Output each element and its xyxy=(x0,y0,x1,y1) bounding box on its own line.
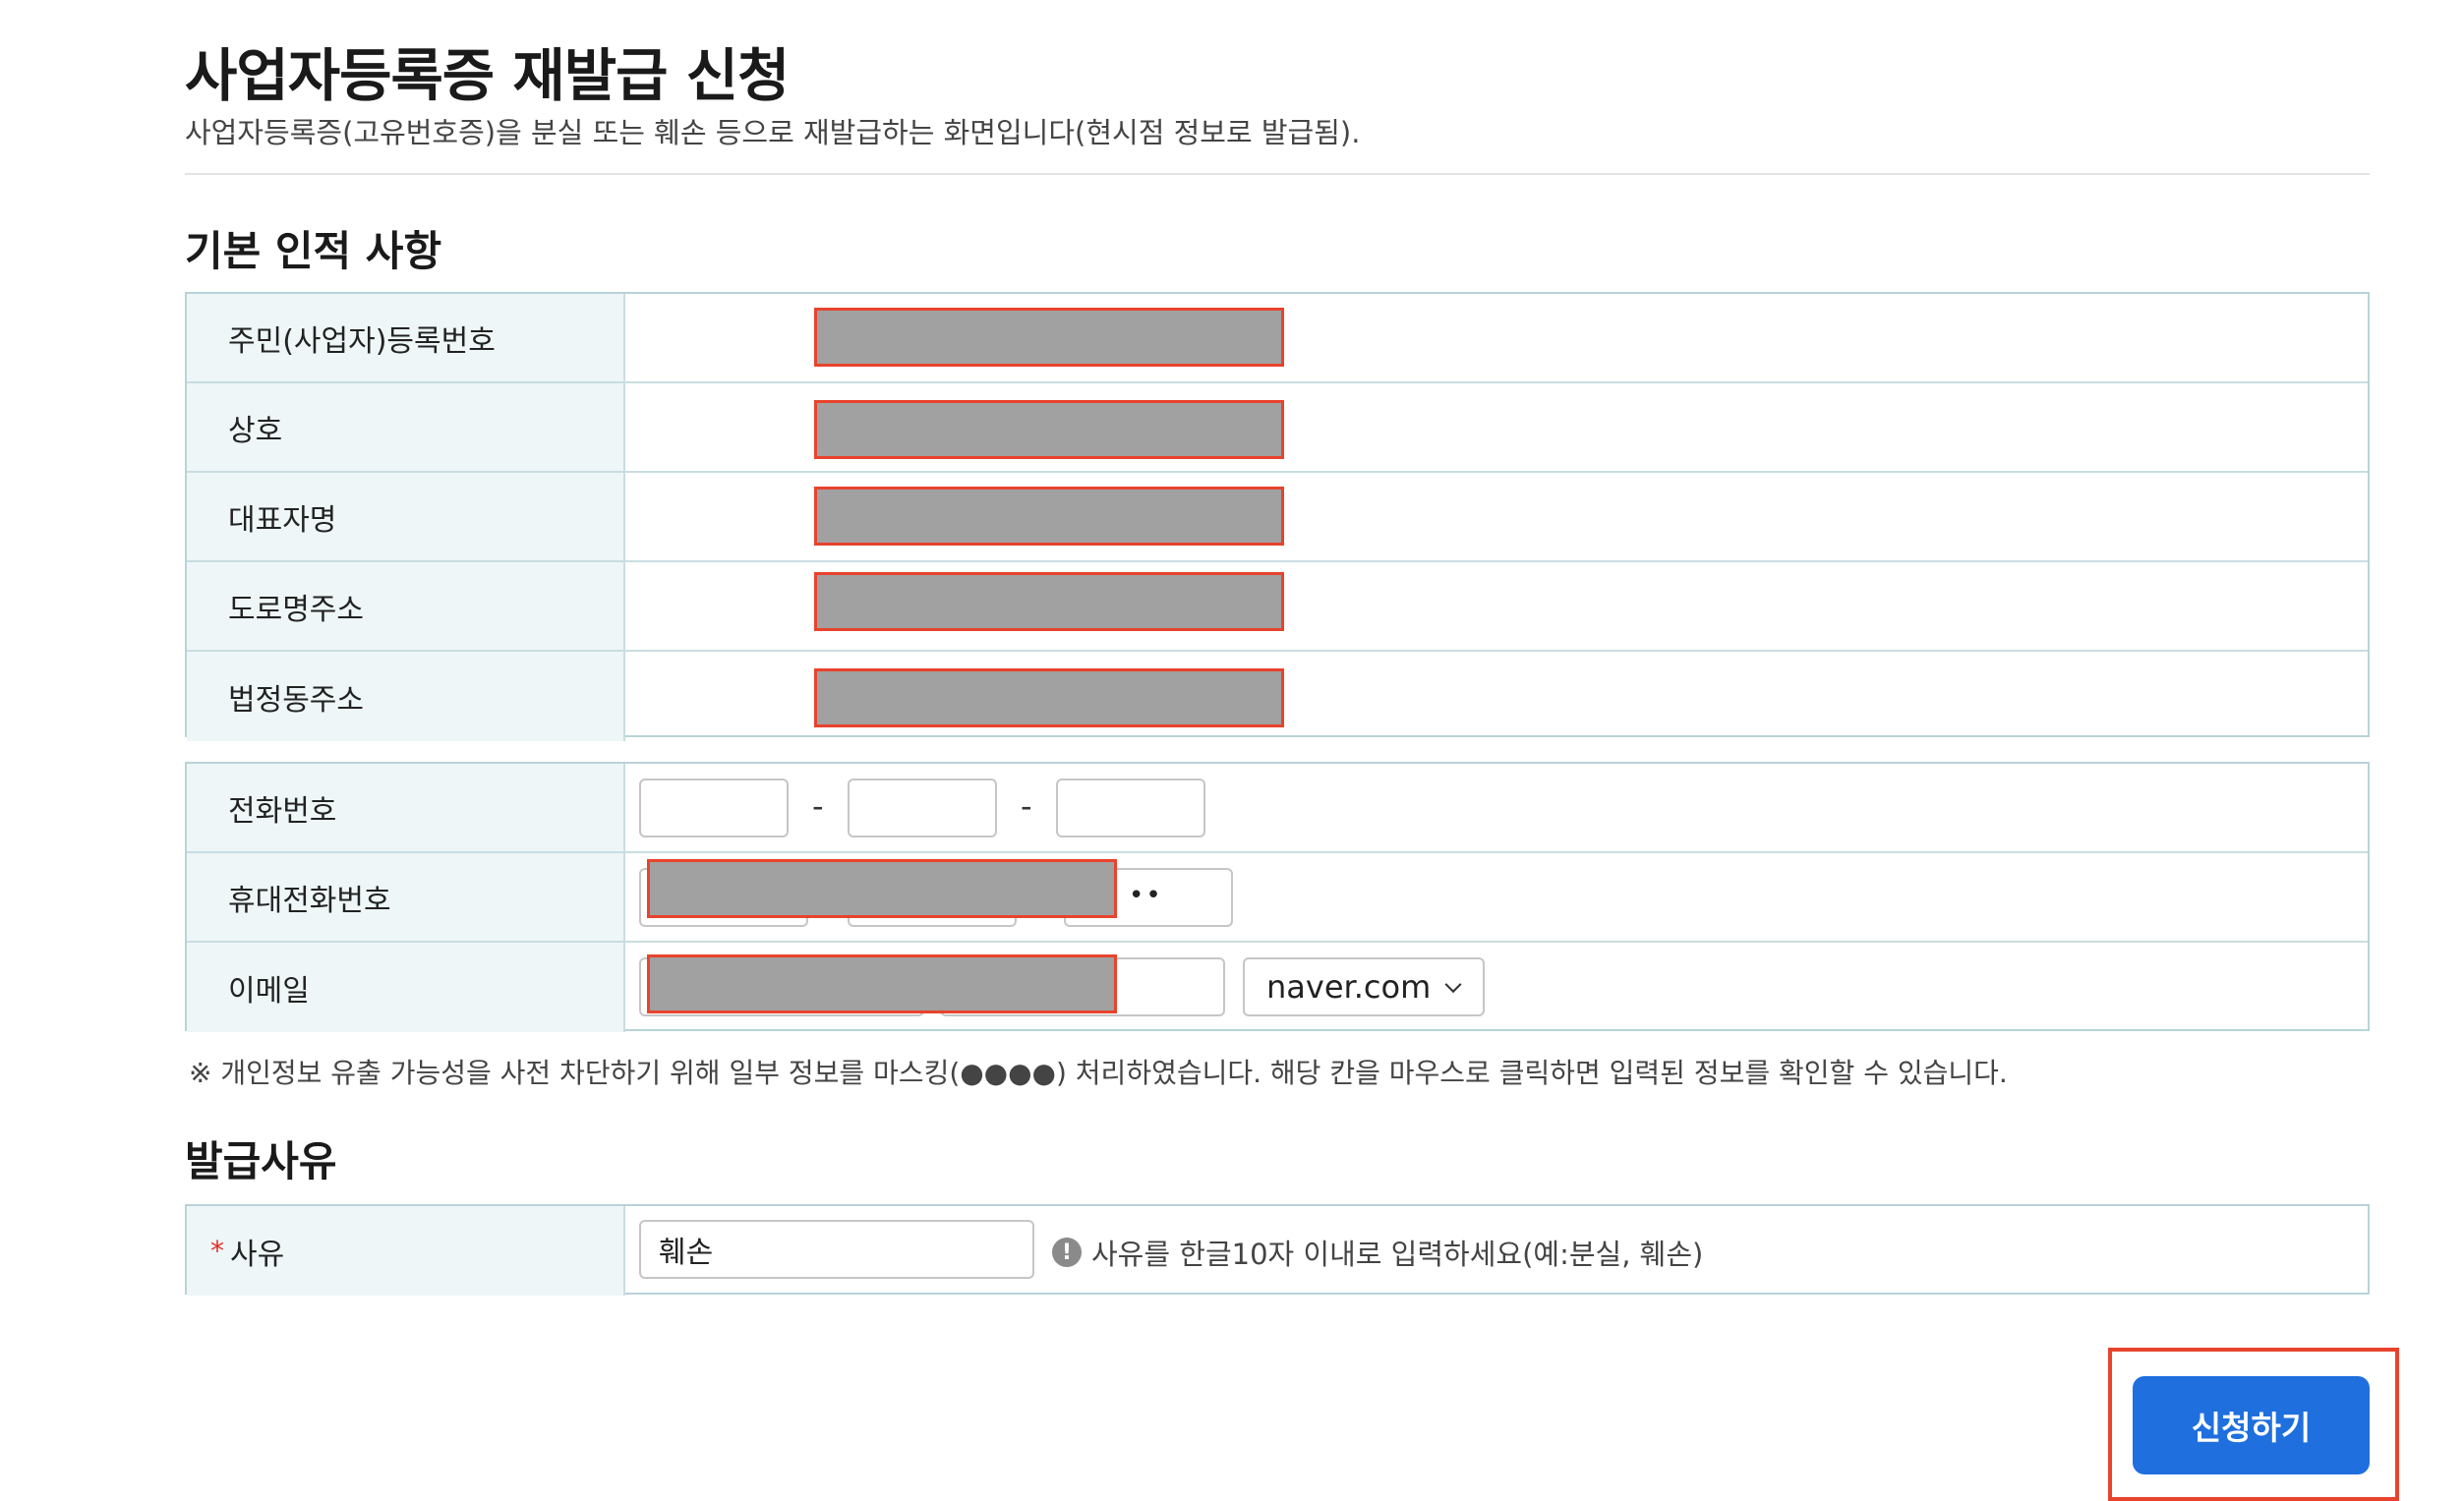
row-phone: 전화번호 - - xyxy=(187,764,2368,853)
value-reason: 훼손 ! 사유를 한글10자 이내로 입력하세요(예:분실, 훼손) xyxy=(625,1206,2368,1296)
masked-registration-number[interactable] xyxy=(814,308,1284,367)
label-legal-address: 법정동주소 xyxy=(187,652,625,741)
row-business-name: 상호 xyxy=(187,383,2368,473)
label-registration-number: 주민(사업자)등록번호 xyxy=(187,294,625,381)
phone-separator-1: - xyxy=(812,787,824,825)
value-email: naver.com xyxy=(625,943,2368,1032)
page-title: 사업자등록증 재발급 신청 xyxy=(185,42,790,109)
phone-part-3-input[interactable] xyxy=(1056,779,1205,837)
email-domain-select[interactable]: naver.com xyxy=(1243,957,1485,1016)
masked-representative-name[interactable] xyxy=(814,487,1284,546)
chevron-down-icon xyxy=(1444,976,1462,994)
exclamation-circle-icon: ! xyxy=(1052,1238,1082,1267)
row-registration-number: 주민(사업자)등록번호 xyxy=(187,294,2368,383)
row-reason: * 사유 훼손 ! 사유를 한글10자 이내로 입력하세요(예:분실, 훼손) xyxy=(187,1206,2368,1296)
phone-part-2-input[interactable] xyxy=(848,779,997,837)
value-phone: - - xyxy=(625,764,2368,851)
reason-hint: ! 사유를 한글10자 이내로 입력하세요(예:분실, 훼손) xyxy=(1052,1232,1703,1273)
basic-info-section-title: 기본 인적 사항 xyxy=(185,227,442,275)
row-mobile: 휴대전화번호 •• xyxy=(187,853,2368,943)
masked-business-name[interactable] xyxy=(814,400,1284,459)
row-legal-address: 법정동주소 xyxy=(187,652,2368,741)
label-business-name: 상호 xyxy=(187,383,625,471)
masked-road-address[interactable] xyxy=(814,572,1284,631)
row-representative-name: 대표자명 xyxy=(187,473,2368,562)
masked-mobile-number[interactable] xyxy=(647,859,1117,918)
contact-table: 전화번호 - - 휴대전화번호 •• 이메일 naver.com xyxy=(185,762,2370,1032)
value-business-name xyxy=(625,383,2368,471)
email-domain-selected: naver.com xyxy=(1266,968,1432,1006)
required-mark: * xyxy=(210,1235,224,1267)
title-divider xyxy=(185,173,2370,175)
value-mobile: •• xyxy=(625,853,2368,941)
value-registration-number xyxy=(625,294,2368,381)
masked-legal-address[interactable] xyxy=(814,668,1284,727)
value-representative-name xyxy=(625,473,2368,560)
reason-hint-text: 사유를 한글10자 이내로 입력하세요(예:분실, 훼손) xyxy=(1091,1238,1704,1271)
value-legal-address xyxy=(625,652,2368,741)
label-phone: 전화번호 xyxy=(187,764,625,851)
phone-separator-2: - xyxy=(1021,787,1032,825)
reissue-application-page: 사업자등록증 재발급 신청 사업자등록증(고유번호증)을 분실 또는 훼손 등으… xyxy=(0,0,2464,1501)
label-representative-name: 대표자명 xyxy=(187,473,625,560)
basic-info-table: 주민(사업자)등록번호 상호 대표자명 도로명주소 법정동주소 xyxy=(185,292,2370,741)
value-road-address xyxy=(625,562,2368,650)
page-description: 사업자등록증(고유번호증)을 분실 또는 훼손 등으로 재발급하는 화면입니다(… xyxy=(185,116,1361,149)
submit-button[interactable]: 신청하기 xyxy=(2133,1376,2370,1474)
label-email: 이메일 xyxy=(187,943,625,1032)
masking-notice: ※ 개인정보 유출 가능성을 사전 차단하기 위해 일부 정보를 마스킹(●●●… xyxy=(189,1057,2008,1089)
label-road-address: 도로명주소 xyxy=(187,562,625,650)
label-reason: * 사유 xyxy=(187,1206,625,1296)
reason-input[interactable]: 훼손 xyxy=(639,1220,1034,1279)
row-email: 이메일 naver.com xyxy=(187,943,2368,1032)
masked-email-id[interactable] xyxy=(647,954,1117,1013)
mobile-masked-dots: •• xyxy=(1129,881,1163,910)
phone-part-1-input[interactable] xyxy=(639,779,789,837)
label-reason-text: 사유 xyxy=(230,1237,285,1272)
issue-reason-section-title: 발급사유 xyxy=(185,1137,337,1185)
row-road-address: 도로명주소 xyxy=(187,562,2368,652)
label-mobile: 휴대전화번호 xyxy=(187,853,625,941)
issue-reason-table: * 사유 훼손 ! 사유를 한글10자 이내로 입력하세요(예:분실, 훼손) xyxy=(185,1204,2370,1296)
